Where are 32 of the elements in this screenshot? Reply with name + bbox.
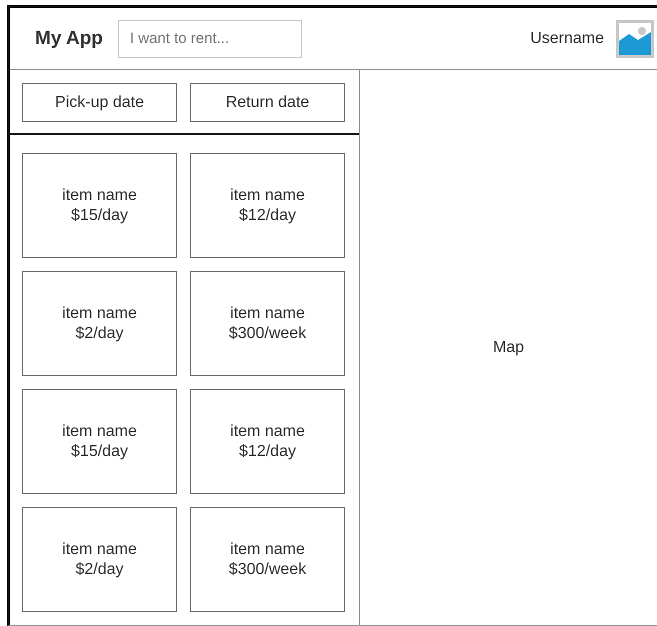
search-field[interactable]: I want to rent... (118, 20, 302, 58)
item-name: item name (62, 304, 137, 324)
item-card[interactable]: item name $300/week (190, 271, 345, 376)
item-name: item name (230, 422, 305, 442)
item-price: $12/day (239, 206, 296, 226)
item-card[interactable]: item name $300/week (190, 507, 345, 612)
item-price: $2/day (75, 560, 124, 580)
item-name: item name (62, 540, 137, 560)
item-card[interactable]: item name $15/day (22, 153, 177, 258)
username[interactable]: Username (530, 30, 604, 48)
item-name: item name (62, 186, 137, 206)
image-icon[interactable] (616, 20, 654, 58)
item-card[interactable]: item name $15/day (22, 389, 177, 494)
item-name: item name (230, 304, 305, 324)
app-title: My App (35, 28, 103, 50)
item-card[interactable]: item name $12/day (190, 389, 345, 494)
item-price: $15/day (71, 206, 128, 226)
item-name: item name (230, 540, 305, 560)
item-card[interactable]: item name $2/day (22, 271, 177, 376)
item-name: item name (62, 422, 137, 442)
item-price: $300/week (228, 324, 306, 344)
item-card[interactable]: item name $2/day (22, 507, 177, 612)
item-price: $300/week (228, 560, 306, 580)
map-label: Map (492, 338, 524, 356)
item-price: $2/day (75, 324, 124, 344)
item-price: $12/day (239, 442, 296, 462)
date-button[interactable]: Return date (190, 83, 345, 122)
date-button[interactable]: Pick-up date (22, 83, 177, 122)
item-name: item name (230, 186, 305, 206)
item-price: $15/day (71, 442, 128, 462)
map-area[interactable]: Map (360, 70, 657, 625)
item-card[interactable]: item name $12/day (190, 153, 345, 258)
